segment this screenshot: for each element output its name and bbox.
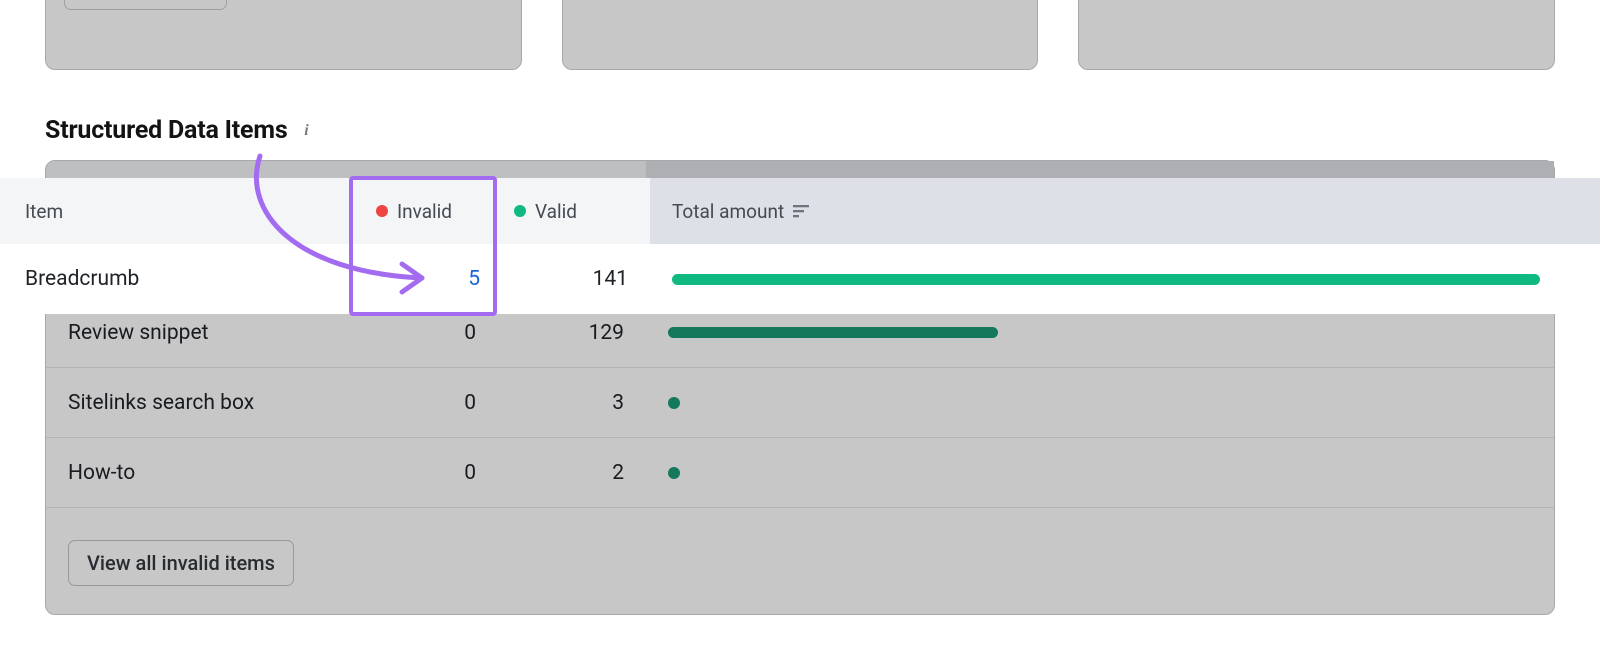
col-total[interactable]: Total amount [650, 178, 1600, 244]
cell-invalid: 0 [356, 391, 506, 415]
col-total-label: Total amount [672, 200, 784, 223]
cell-valid: 3 [506, 391, 646, 415]
cell-invalid: 0 [356, 461, 506, 485]
highlight-strip: Item Invalid Valid Total amount Breadcru… [0, 178, 1600, 314]
summary-card [562, 0, 1039, 70]
view-all-invalid-button[interactable]: View all invalid items [68, 540, 294, 586]
cell-valid: 141 [510, 267, 650, 291]
cell-invalid: 0 [356, 321, 506, 345]
col-item[interactable]: Item [25, 200, 360, 223]
cell-bar [650, 274, 1600, 285]
cell-item: Review snippet [46, 321, 356, 345]
col-invalid-label: Invalid [397, 200, 452, 223]
cell-valid: 129 [506, 321, 646, 345]
section-title: Structured Data Items [45, 116, 287, 145]
cell-item: Breadcrumb [25, 267, 360, 291]
view-full-report-button[interactable]: View full report [64, 0, 227, 10]
summary-cards-row: View full report [45, 0, 1555, 70]
col-valid[interactable]: Valid [510, 200, 650, 223]
table-row[interactable]: Sitelinks search box03 [46, 367, 1554, 437]
info-icon[interactable]: i [297, 122, 315, 140]
col-valid-label: Valid [535, 200, 577, 223]
valid-dot-icon [514, 205, 526, 217]
col-invalid[interactable]: Invalid [360, 200, 510, 223]
cell-bar [646, 397, 1554, 408]
summary-card [1078, 0, 1555, 70]
table-row[interactable]: Breadcrumb5141 [0, 244, 1600, 314]
sort-desc-icon [793, 204, 809, 218]
invalid-dot-icon [376, 205, 388, 217]
table-row[interactable]: How-to02 [46, 437, 1554, 507]
cell-valid: 2 [506, 461, 646, 485]
cell-invalid[interactable]: 5 [360, 267, 510, 291]
cell-bar [646, 467, 1554, 478]
cell-item: How-to [46, 461, 356, 485]
cell-bar [646, 327, 1554, 338]
cell-item: Sitelinks search box [46, 391, 356, 415]
summary-card: View full report [45, 0, 522, 70]
